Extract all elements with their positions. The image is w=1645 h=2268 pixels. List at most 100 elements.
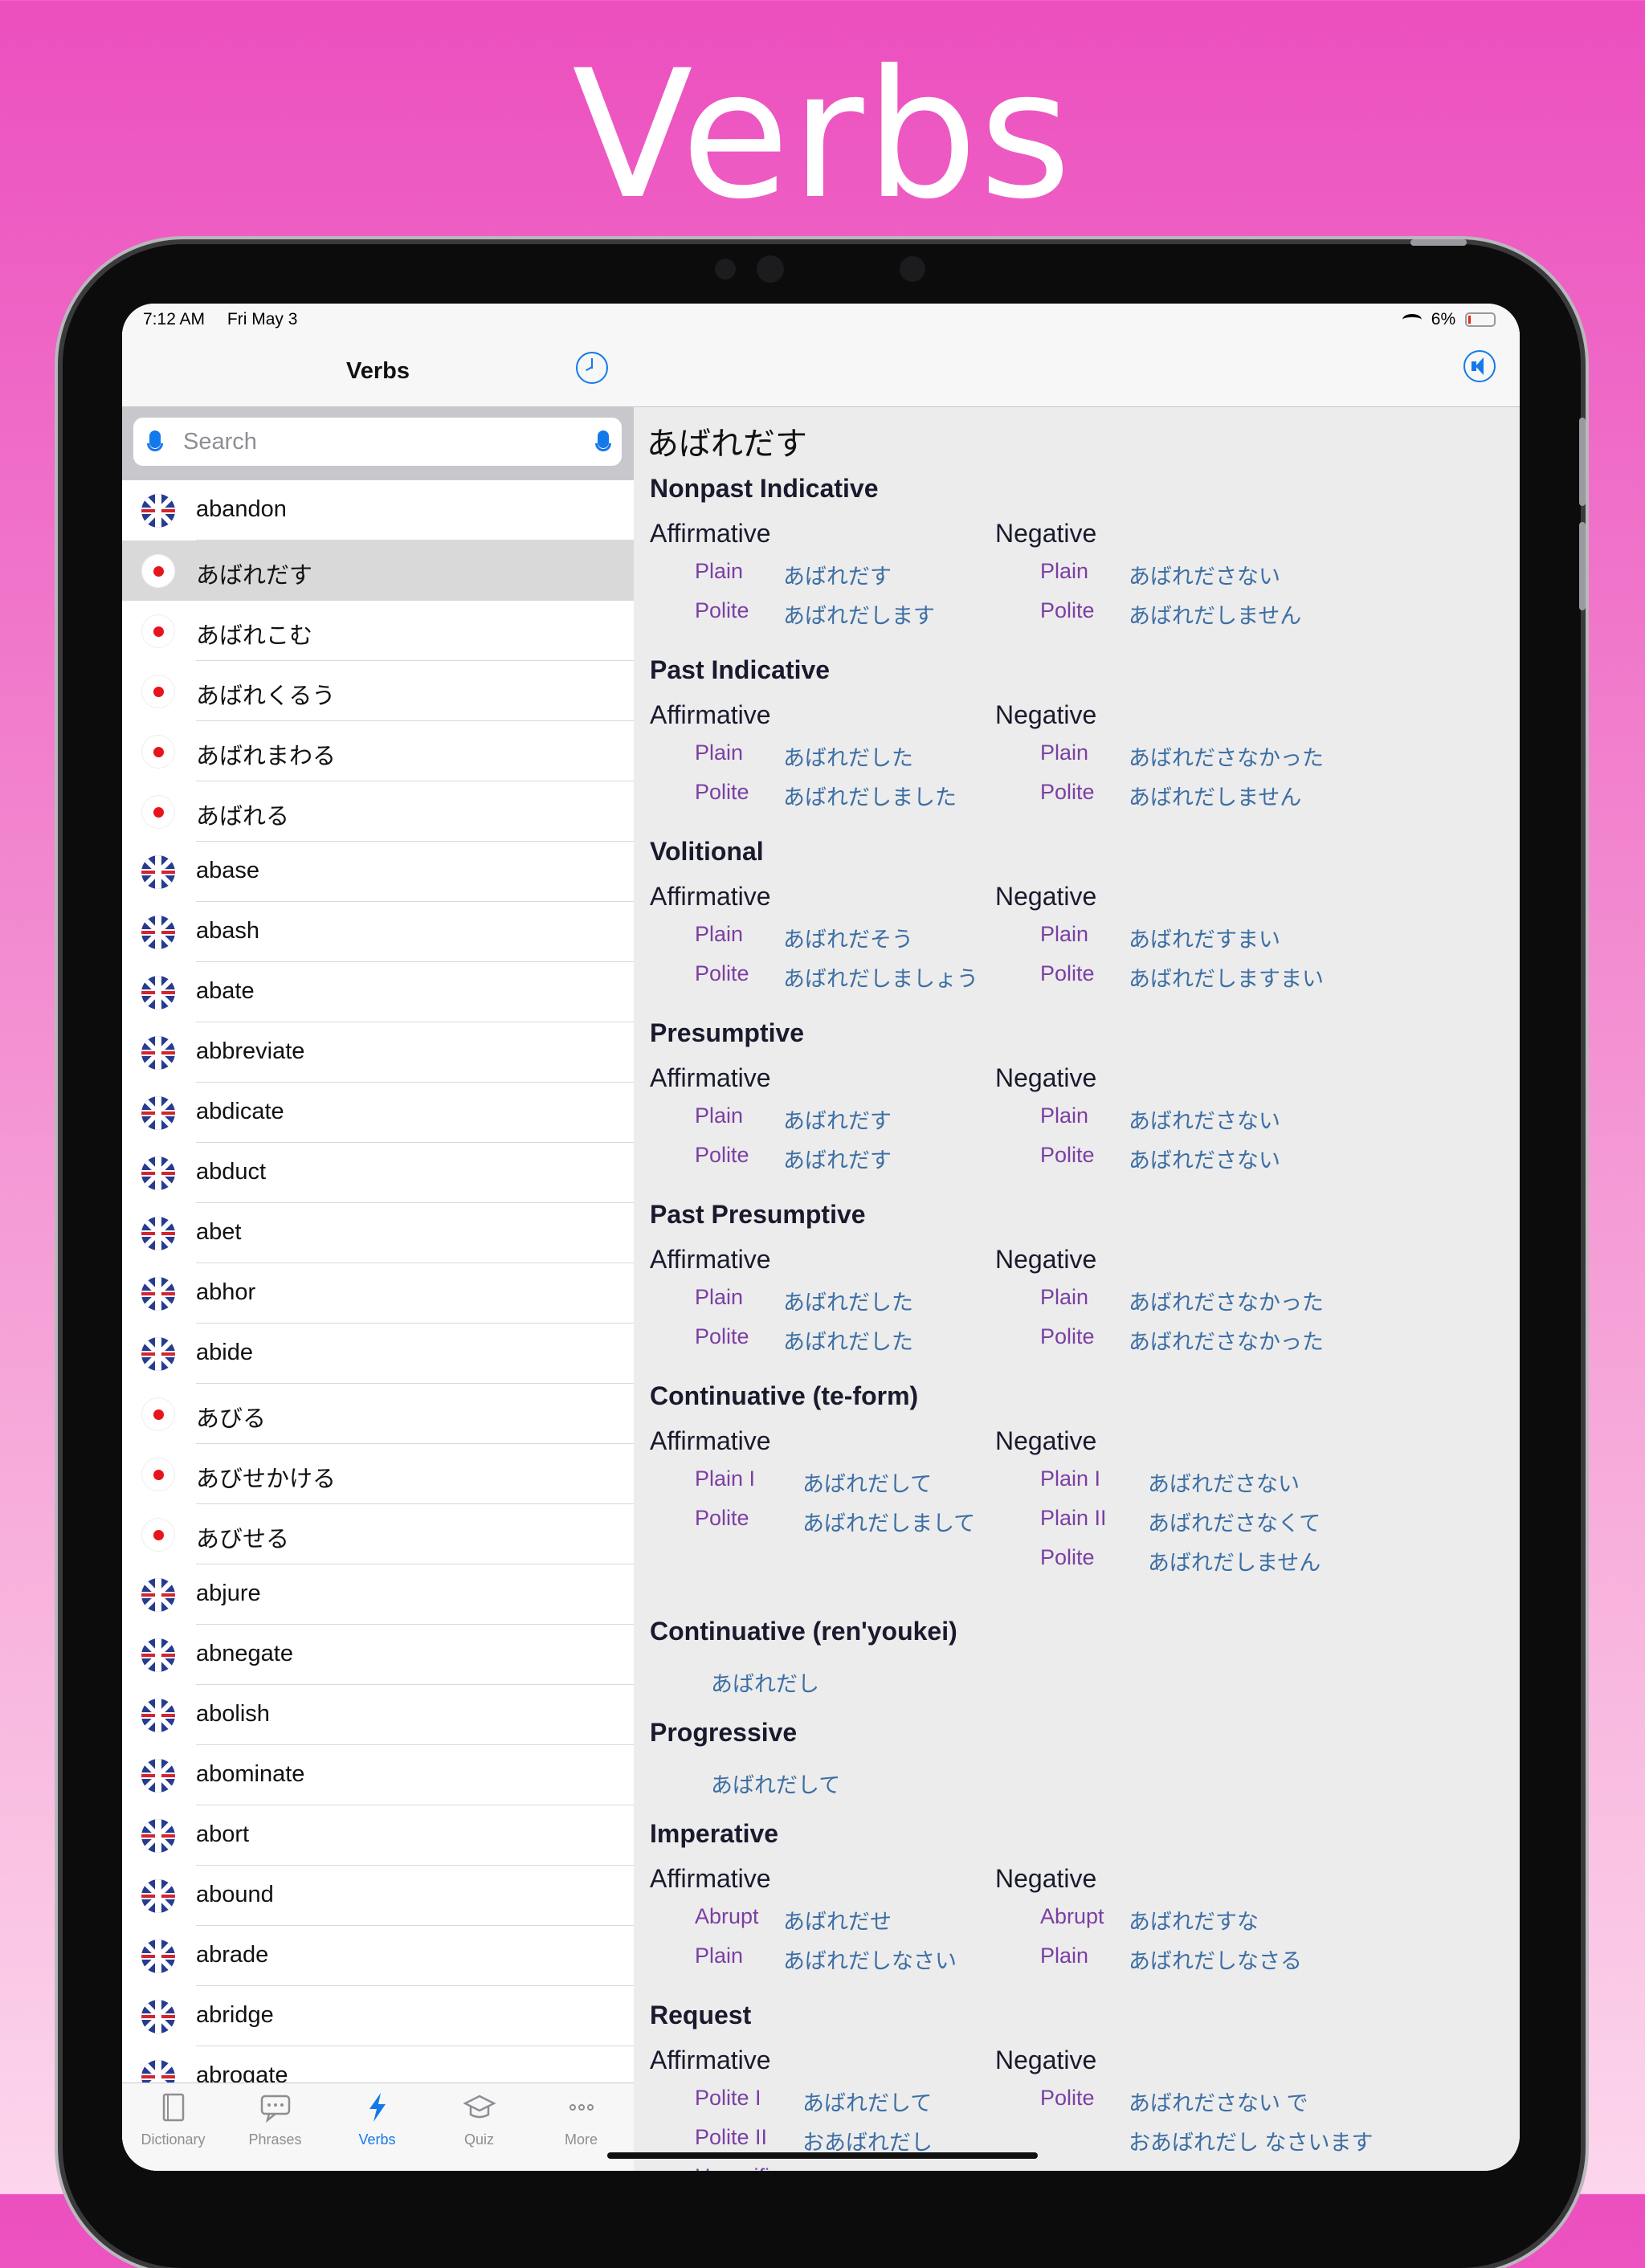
list-item[interactable]: あばれる: [122, 781, 634, 842]
list-item[interactable]: あびせかける: [122, 1444, 634, 1504]
uk-flag-cross: [141, 2000, 175, 2033]
uk-flag-icon: [141, 1759, 175, 1793]
volume-down-button: [1579, 522, 1586, 610]
list-item-label: あばれる: [196, 804, 290, 830]
form-label: Polite: [1040, 780, 1095, 804]
list-item[interactable]: abduct: [122, 1143, 634, 1203]
conjugation-value: あばれだして: [802, 2091, 933, 2115]
list-item-label: あばれだす: [196, 563, 313, 589]
list-item-label: abound: [196, 1882, 274, 1907]
list-item[interactable]: あばれこむ: [122, 601, 634, 661]
affirmative-heading: Affirmative: [650, 1426, 771, 1455]
microphone-icon[interactable]: [595, 430, 611, 451]
conjugation-value: あばれだす: [783, 1148, 892, 1173]
japan-flag-icon: [141, 614, 175, 648]
negative-heading: Negative: [995, 1864, 1097, 1893]
tab-more[interactable]: More: [530, 2091, 632, 2148]
search-input[interactable]: Search: [133, 418, 622, 466]
section-title: Past Presumptive: [650, 1200, 866, 1229]
conjugation-value: あばれだしません: [1129, 604, 1302, 628]
list-item[interactable]: abrade: [122, 1926, 634, 1986]
uk-flag-icon: [141, 855, 175, 889]
affirmative-heading: Affirmative: [650, 882, 771, 911]
list-item-label: abrade: [196, 1942, 269, 1968]
uk-flag-icon: [141, 1277, 175, 1311]
face-id-sensor: [900, 256, 925, 282]
japan-flag-icon: [141, 735, 175, 769]
list-item[interactable]: abhor: [122, 1263, 634, 1324]
tab-dictionary[interactable]: Dictionary: [122, 2091, 224, 2148]
tab-quiz[interactable]: Quiz: [428, 2091, 530, 2148]
list-item-label: abash: [196, 918, 260, 944]
section-title: Continuative (te-form): [650, 1381, 919, 1410]
tab-phrases[interactable]: Phrases: [224, 2091, 326, 2148]
speaker-icon[interactable]: [1463, 350, 1496, 382]
conjugation-value: あばれだして: [802, 1472, 933, 1496]
uk-flag-icon: [141, 1819, 175, 1853]
list-item[interactable]: abate: [122, 962, 634, 1022]
japan-flag-icon: [141, 1458, 175, 1491]
list-item[interactable]: abort: [122, 1805, 634, 1866]
form-label: Plain: [1040, 740, 1089, 765]
conjugation-value: あばれだし: [711, 1672, 819, 1696]
home-indicator[interactable]: [607, 2152, 1038, 2159]
affirmative-heading: Affirmative: [650, 1864, 771, 1893]
japan-flag-icon: [141, 795, 175, 829]
top-button: [1410, 239, 1467, 246]
list-item-label: abate: [196, 978, 255, 1004]
form-label: Polite: [1040, 598, 1095, 622]
volume-up-button: [1579, 418, 1586, 506]
list-item[interactable]: あばれまわる: [122, 721, 634, 781]
list-item[interactable]: abnegate: [122, 1625, 634, 1685]
section-title: Imperative: [650, 1819, 779, 1848]
list-item[interactable]: abjure: [122, 1564, 634, 1625]
list-item[interactable]: abound: [122, 1866, 634, 1926]
voice-language-icon[interactable]: [147, 430, 163, 451]
form-label: Honorific: [695, 2164, 781, 2171]
conjugation-value: あばれだすまい: [1129, 928, 1280, 952]
list-item[interactable]: あばれだす: [122, 540, 634, 601]
list-item[interactable]: abide: [122, 1324, 634, 1384]
list-item-label: abjure: [196, 1581, 261, 1606]
list-item-label: abet: [196, 1219, 242, 1245]
list-item[interactable]: abbreviate: [122, 1022, 634, 1083]
book-icon: [157, 2091, 190, 2123]
list-item[interactable]: abominate: [122, 1745, 634, 1805]
section-title: Presumptive: [650, 1018, 805, 1047]
history-clock-icon[interactable]: [576, 352, 608, 384]
list-item[interactable]: あびる: [122, 1384, 634, 1444]
section-title: Continuative (ren'youkei): [650, 1617, 957, 1646]
conjugation-value: あばれだす: [783, 1109, 892, 1133]
list-item[interactable]: abdicate: [122, 1083, 634, 1143]
list-item[interactable]: abet: [122, 1203, 634, 1263]
tab-verbs[interactable]: Verbs: [326, 2091, 428, 2148]
uk-flag-icon: [141, 1217, 175, 1250]
tab-label: More: [564, 2131, 598, 2148]
form-label: Polite: [695, 780, 749, 804]
list-item[interactable]: abandon: [122, 480, 634, 540]
tab-label: Dictionary: [141, 2131, 206, 2148]
list-item-label: あばれこむ: [196, 623, 313, 649]
list-item[interactable]: abase: [122, 842, 634, 902]
form-label: Polite: [1040, 1545, 1095, 1569]
list-item[interactable]: abash: [122, 902, 634, 962]
search-bar: Search: [122, 406, 634, 480]
conjugation-value: あばれださない: [1129, 1109, 1280, 1133]
form-label: Polite: [695, 1506, 749, 1530]
conjugation-value: あばれださなかった: [1129, 1291, 1324, 1315]
form-label: Plain: [1040, 1285, 1089, 1309]
list-item[interactable]: abridge: [122, 1986, 634, 2046]
conjugation-value: あばれだしません: [1129, 785, 1302, 810]
list-item[interactable]: あばれくるう: [122, 661, 634, 721]
lightning-icon: [361, 2091, 394, 2123]
list-item[interactable]: あびせる: [122, 1504, 634, 1564]
affirmative-heading: Affirmative: [650, 1063, 771, 1092]
japan-flag-icon: [141, 675, 175, 708]
form-label: Plain I: [695, 1466, 756, 1491]
uk-flag-icon: [141, 1699, 175, 1732]
list-item-label: abase: [196, 858, 260, 883]
section-title: Volitional: [650, 837, 764, 866]
form-label: Abrupt: [1040, 1904, 1104, 1928]
list-item[interactable]: abolish: [122, 1685, 634, 1745]
conjugation-value: あばれだしましょう: [783, 967, 978, 991]
